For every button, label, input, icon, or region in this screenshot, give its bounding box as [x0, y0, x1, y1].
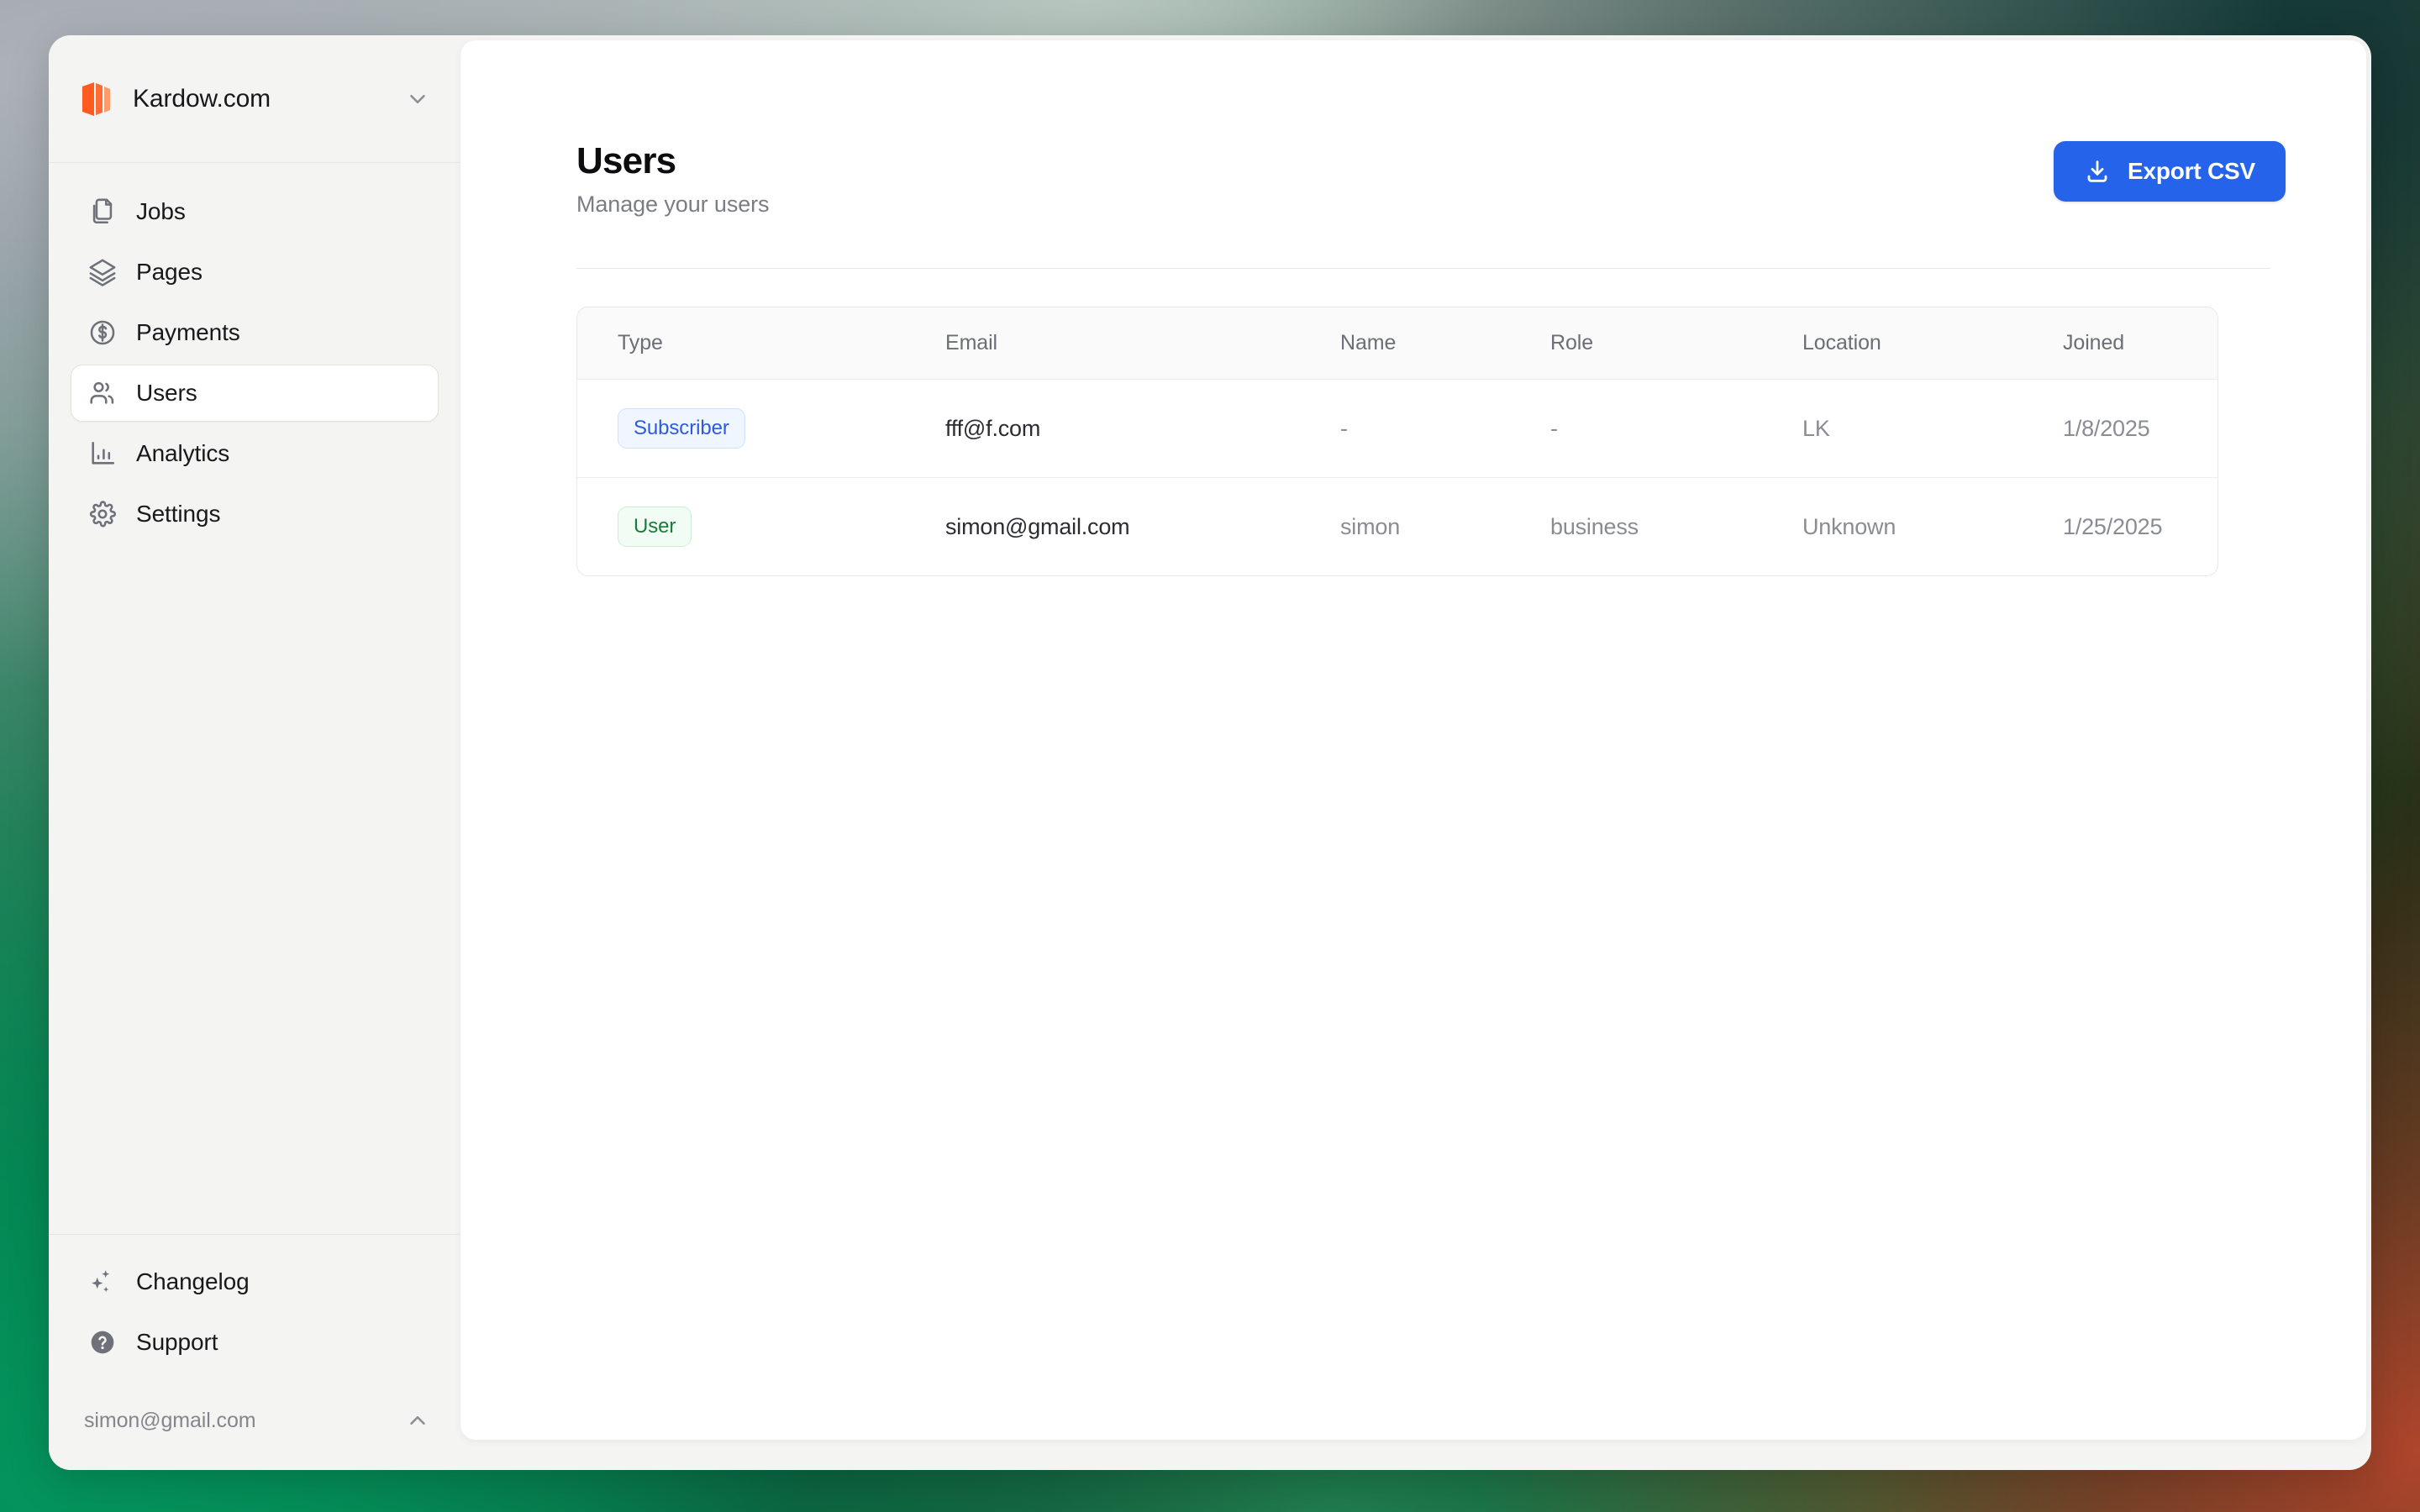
sidebar-spacer — [49, 543, 460, 1234]
chevron-down-icon[interactable] — [405, 87, 430, 112]
sidebar-item-users[interactable]: Users — [71, 365, 439, 422]
table-header: Type Email Name Role Location Joined — [577, 307, 2217, 380]
sidebar-item-label: Jobs — [136, 198, 186, 225]
sidebar-item-analytics[interactable]: Analytics — [71, 425, 439, 482]
download-icon — [2084, 158, 2111, 185]
cell-joined: 1/8/2025 — [2063, 380, 2217, 478]
status-badge: User — [618, 507, 692, 547]
table-body: Subscriber fff@f.com - - LK 1/8/2025 Use… — [577, 380, 2217, 576]
app-window: Kardow.com Jobs Pa — [49, 35, 2371, 1470]
users-table-card: Type Email Name Role Location Joined Sub… — [576, 307, 2218, 576]
sidebar-item-label: Payments — [136, 319, 240, 346]
column-header-role[interactable]: Role — [1550, 307, 1802, 380]
cell-email: fff@f.com — [945, 380, 1340, 478]
export-csv-button[interactable]: Export CSV — [2054, 141, 2286, 202]
users-page: Users Manage your users Export CSV — [460, 40, 2366, 576]
header-divider — [576, 268, 2270, 269]
cell-name: simon — [1340, 478, 1550, 576]
cell-location: LK — [1802, 380, 2063, 478]
column-header-name[interactable]: Name — [1340, 307, 1550, 380]
sparkles-icon — [88, 1268, 117, 1296]
sidebar-item-label: Changelog — [136, 1268, 250, 1295]
chevron-up-icon[interactable] — [405, 1408, 430, 1433]
cell-type: User — [577, 478, 945, 576]
cell-joined: 1/25/2025 — [2063, 478, 2217, 576]
column-header-location[interactable]: Location — [1802, 307, 2063, 380]
sidebar-item-support[interactable]: Support — [71, 1314, 439, 1371]
account-email: simon@gmail.com — [84, 1409, 405, 1433]
gear-icon — [88, 500, 117, 528]
main-content-panel: Users Manage your users Export CSV — [460, 40, 2366, 1440]
sidebar-item-label: Pages — [136, 259, 203, 286]
sidebar-bottom-nav: Changelog Support — [49, 1234, 460, 1371]
sidebar-item-label: Settings — [136, 501, 220, 528]
table-header-row: Type Email Name Role Location Joined — [577, 307, 2217, 380]
dollar-circle-icon — [88, 318, 117, 347]
column-header-joined[interactable]: Joined — [2063, 307, 2217, 380]
cell-location: Unknown — [1802, 478, 2063, 576]
bar-chart-icon — [88, 439, 117, 468]
column-header-type[interactable]: Type — [577, 307, 945, 380]
workspace-name: Kardow.com — [133, 85, 271, 113]
users-table: Type Email Name Role Location Joined Sub… — [577, 307, 2217, 575]
page-title: Users — [576, 141, 769, 181]
table-row[interactable]: User simon@gmail.com simon business Unkn… — [577, 478, 2217, 576]
cell-email: simon@gmail.com — [945, 478, 1340, 576]
cell-type: Subscriber — [577, 380, 945, 478]
page-subtitle: Manage your users — [576, 192, 769, 218]
workspace-switcher[interactable]: Kardow.com — [82, 82, 405, 116]
sidebar-item-pages[interactable]: Pages — [71, 244, 439, 301]
layers-icon — [88, 258, 117, 286]
sidebar-item-changelog[interactable]: Changelog — [71, 1253, 439, 1310]
sidebar-item-label: Support — [136, 1329, 218, 1356]
cell-role: - — [1550, 380, 1802, 478]
page-header: Users Manage your users Export CSV — [576, 141, 2286, 218]
sidebar: Kardow.com Jobs Pa — [49, 35, 460, 1470]
kardow-logo-icon — [82, 82, 114, 116]
page-heading-group: Users Manage your users — [576, 141, 769, 218]
sidebar-item-label: Users — [136, 380, 197, 407]
question-circle-icon — [88, 1328, 117, 1357]
column-header-email[interactable]: Email — [945, 307, 1340, 380]
cell-name: - — [1340, 380, 1550, 478]
sidebar-header: Kardow.com — [49, 35, 460, 163]
user-account-switcher[interactable]: simon@gmail.com — [49, 1371, 460, 1470]
cell-role: business — [1550, 478, 1802, 576]
sidebar-item-payments[interactable]: Payments — [71, 304, 439, 361]
sidebar-item-label: Analytics — [136, 440, 229, 467]
sidebar-item-jobs[interactable]: Jobs — [71, 183, 439, 240]
status-badge: Subscriber — [618, 408, 745, 449]
table-row[interactable]: Subscriber fff@f.com - - LK 1/8/2025 — [577, 380, 2217, 478]
export-csv-label: Export CSV — [2128, 158, 2255, 185]
sidebar-item-settings[interactable]: Settings — [71, 486, 439, 543]
files-icon — [88, 197, 117, 226]
users-icon — [88, 379, 117, 407]
sidebar-nav: Jobs Pages Payments — [49, 163, 460, 543]
